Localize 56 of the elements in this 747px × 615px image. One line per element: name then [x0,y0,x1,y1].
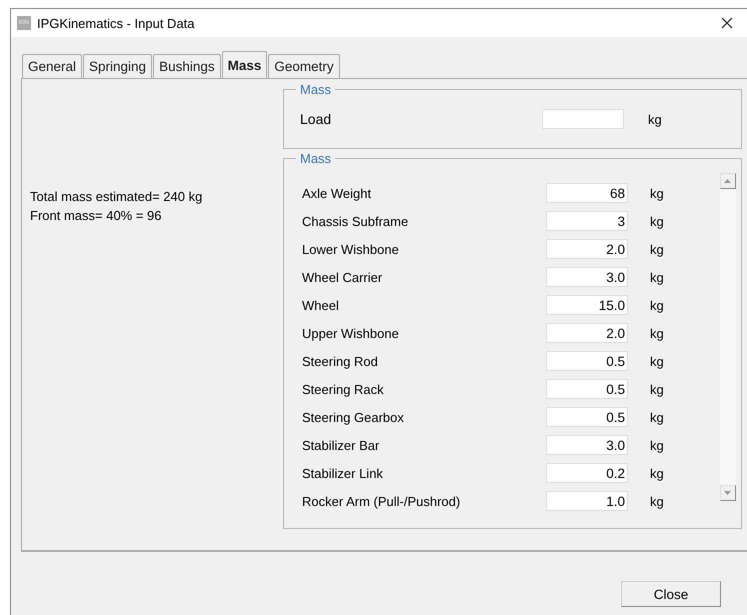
up-caret-icon [724,179,732,183]
unit-label: kg [650,438,664,452]
field-label: Stabilizer Link [302,466,384,480]
input-field[interactable]: 1.0 [546,491,628,511]
input-field[interactable]: 3.0 [546,267,628,287]
tab[interactable]: Mass [222,51,268,78]
input-field[interactable]: 0.5 [546,351,628,371]
unit-label: kg [650,242,664,256]
down-caret-icon [724,491,732,495]
unit-label: kg [648,112,662,126]
field-label: Load [300,111,332,127]
scrollbar[interactable] [720,173,736,501]
unit-label: kg [650,326,664,340]
input-field[interactable]: 2.0 [546,323,628,343]
info-text: Total mass estimated= 240 kg [30,188,204,206]
field-label: Steering Rod [302,354,379,368]
unit-label: kg [650,494,664,508]
close-button[interactable]: Close [621,581,721,607]
group-title: Mass [296,151,336,166]
input-field[interactable]: 2.0 [546,239,628,259]
scroll-down-button[interactable] [720,485,736,501]
unit-label: kg [650,186,664,200]
unit-label: kg [650,354,664,368]
unit-label: kg [650,270,664,284]
info-text: Front mass= 40% = 96 [30,207,163,225]
field-label: Chassis Subframe [302,214,410,228]
field-label: Lower Wishbone [302,242,400,256]
tab[interactable]: Geometry [268,54,340,78]
tab[interactable]: General [22,54,82,78]
field-label: Steering Gearbox [302,410,405,424]
input-field[interactable]: 0.5 [546,379,628,399]
tab[interactable]: Springing [83,54,152,78]
close-icon[interactable] [721,17,733,29]
group-title: Mass [296,82,336,97]
input-field[interactable]: 3 [546,211,628,231]
field-label: Wheel [302,298,340,312]
input-field[interactable]: 68 [546,183,628,203]
field-label: Steering Rack [302,382,385,396]
unit-label: kg [650,410,664,424]
unit-label: kg [650,298,664,312]
window-title: IPGKinematics - Input Data [37,16,196,30]
field-label: Upper Wishbone [302,326,400,340]
input-field[interactable]: 0.2 [546,463,628,483]
input-field[interactable]: 0.5 [546,407,628,427]
unit-label: kg [650,382,664,396]
input-field[interactable]: 15.0 [546,295,628,315]
tab[interactable]: Bushings [153,54,221,78]
scroll-up-button[interactable] [720,173,736,189]
input-field[interactable]: 3.0 [546,435,628,455]
field-label: Axle Weight [302,186,372,200]
unit-label: kg [650,466,664,480]
unit-label: kg [650,214,664,228]
field-label: Stabilizer Bar [302,438,380,452]
field-label: Wheel Carrier [302,270,384,284]
input-field[interactable] [542,109,624,129]
field-label: Rocker Arm (Pull-/Pushrod) [302,494,462,508]
